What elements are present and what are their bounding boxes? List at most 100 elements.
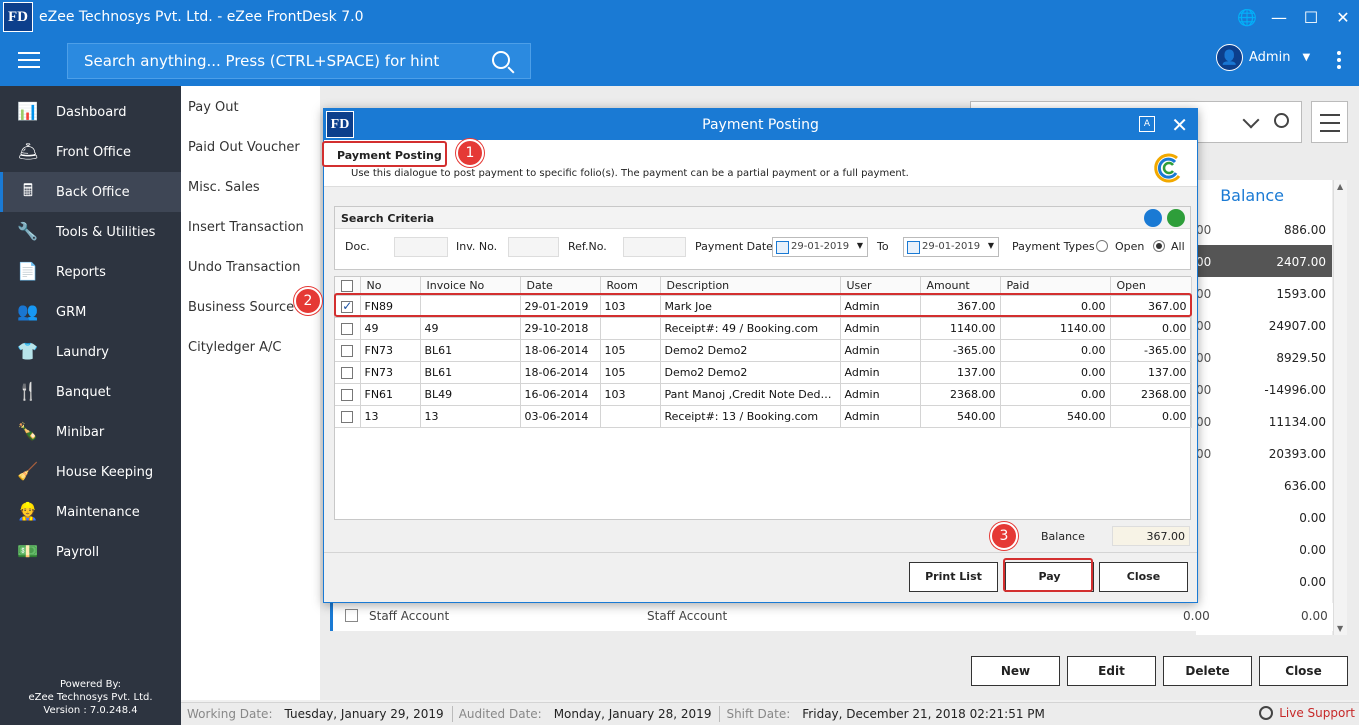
- row-checkbox[interactable]: [341, 388, 354, 401]
- global-search-input[interactable]: Search anything... Press (CTRL+SPACE) fo…: [67, 43, 531, 79]
- partial-cell: 00: [1196, 415, 1212, 429]
- highlight-pay-button: [1003, 558, 1093, 592]
- cell-no: 13: [360, 405, 421, 428]
- row-checkbox-cell[interactable]: [335, 405, 361, 428]
- chevron-down-icon[interactable]: ▼: [1302, 52, 1310, 63]
- user-avatar-icon: 👤: [1216, 44, 1243, 71]
- row-checkbox-cell[interactable]: [335, 317, 361, 340]
- maximize-button[interactable]: ☐: [1295, 8, 1327, 27]
- doc-input[interactable]: [394, 237, 448, 257]
- cell-date: 18-06-2014: [520, 339, 601, 362]
- search-icon[interactable]: [1144, 209, 1162, 227]
- row-checkbox[interactable]: [341, 366, 354, 379]
- submenu-item[interactable]: Misc. Sales: [181, 166, 320, 206]
- dialog-description: Use this dialogue to post payment to spe…: [351, 168, 909, 179]
- select-all-checkbox[interactable]: [341, 280, 354, 293]
- dialog-header: Payment Posting Use this dialogue to pos…: [324, 140, 1197, 186]
- back-office-submenu: Pay Out Paid Out Voucher Misc. Sales Insert…: [181, 86, 320, 700]
- scroll-down-icon[interactable]: ▼: [1337, 624, 1343, 633]
- new-button[interactable]: New: [971, 656, 1060, 686]
- table-row[interactable]: FN73 BL61 18-06-2014 105 Demo2 Demo2 Admin -36…: [335, 339, 1192, 362]
- sidebar-item-maintenance[interactable]: 👷 Maintenance: [0, 492, 181, 532]
- minimize-button[interactable]: —: [1263, 8, 1295, 27]
- close-icon[interactable]: ✕: [1171, 113, 1188, 137]
- submenu-item[interactable]: Insert Transaction: [181, 206, 320, 246]
- headset-icon: [1259, 706, 1274, 720]
- user-menu[interactable]: 👤 Admin ▼: [1216, 44, 1310, 71]
- search-icon[interactable]: [492, 51, 510, 69]
- sidebar-item-house-keeping[interactable]: 🧹 House Keeping: [0, 452, 181, 492]
- window-controls: 🌐 — ☐ ✕: [1231, 0, 1359, 34]
- table-row[interactable]: 49 49 29-10-2018 Receipt#: 49 / Booking.com…: [335, 317, 1192, 340]
- row-checkbox-cell[interactable]: [335, 383, 361, 406]
- grm-icon: 👥: [17, 302, 39, 322]
- table-row[interactable]: 13 13 03-06-2014 Receipt#: 13 / Booking.com…: [335, 405, 1192, 428]
- radio-all[interactable]: [1153, 240, 1165, 252]
- delete-button[interactable]: Delete: [1163, 656, 1252, 686]
- translate-icon[interactable]: 🌐: [1231, 8, 1263, 27]
- payment-date-to[interactable]: 29-01-2019: [903, 237, 999, 257]
- more-options-icon[interactable]: [1337, 51, 1341, 72]
- working-date-label: Working Date:: [187, 707, 273, 721]
- row-checkbox-cell[interactable]: [335, 339, 361, 362]
- row-checkbox[interactable]: [345, 609, 358, 622]
- translate-icon[interactable]: A: [1139, 116, 1155, 132]
- invoice-no-input[interactable]: [508, 237, 559, 257]
- submenu-item[interactable]: Pay Out: [181, 86, 320, 126]
- payment-date-from[interactable]: 29-01-2019: [772, 237, 868, 257]
- cell-user: Admin: [840, 317, 921, 340]
- back-office-icon: 🖩: [22, 180, 34, 201]
- close-button[interactable]: Close: [1259, 656, 1348, 686]
- close-dialog-button[interactable]: Close: [1099, 562, 1188, 592]
- sidebar-item-grm[interactable]: 👥 GRM: [0, 292, 181, 332]
- sidebar-item-payroll[interactable]: 💵 Payroll: [0, 532, 181, 572]
- cell-invoice: 13: [420, 405, 521, 428]
- search-icon[interactable]: [1274, 113, 1289, 128]
- sidebar-item-banquet[interactable]: 🍴 Banquet: [0, 372, 181, 412]
- sidebar-item-back-office[interactable]: 🖩 Back Office: [0, 172, 181, 212]
- edit-button[interactable]: Edit: [1067, 656, 1156, 686]
- sidebar-item-label: Laundry: [56, 344, 109, 360]
- scroll-up-icon[interactable]: ▲: [1337, 182, 1343, 191]
- vertical-scrollbar[interactable]: ▲ ▼: [1333, 180, 1347, 635]
- doc-label: Doc.: [345, 240, 370, 253]
- row-checkbox[interactable]: [341, 410, 354, 423]
- partial-cell: 00: [1196, 351, 1212, 365]
- list-view-button[interactable]: [1311, 101, 1348, 143]
- table-row[interactable]: Staff Account Staff Account 0.00 0.00: [330, 603, 1333, 631]
- refresh-icon[interactable]: [1167, 209, 1185, 227]
- sidebar-item-minibar[interactable]: 🍾 Minibar: [0, 412, 181, 452]
- submenu-item[interactable]: Cityledger A/C: [181, 326, 320, 366]
- table-row[interactable]: FN73 BL61 18-06-2014 105 Demo2 Demo2 Admin 137…: [335, 361, 1192, 384]
- table-row[interactable]: FN61 BL49 16-06-2014 103 Pant Manoj ,Credit …: [335, 383, 1192, 406]
- balance-cell: 1593.00: [1276, 287, 1326, 301]
- sidebar-item-label: Reports: [56, 264, 106, 280]
- row-checkbox[interactable]: [341, 322, 354, 335]
- cell-no: FN73: [360, 339, 421, 362]
- sidebar-item-dashboard[interactable]: 📊 Dashboard: [0, 92, 181, 132]
- balance-cell: 11134.00: [1268, 415, 1326, 429]
- live-support-link[interactable]: Live Support: [1259, 706, 1355, 720]
- row-checkbox[interactable]: [341, 344, 354, 357]
- cell-date: 03-06-2014: [520, 405, 601, 428]
- submenu-item[interactable]: Undo Transaction: [181, 246, 320, 286]
- cell-paid: 0.00: [1000, 339, 1111, 362]
- ref-no-input[interactable]: [623, 237, 686, 257]
- sidebar-item-laundry[interactable]: 👕 Laundry: [0, 332, 181, 372]
- balance-cell: 2407.00: [1196, 245, 1332, 277]
- row-checkbox-cell[interactable]: [335, 361, 361, 384]
- sidebar-item-label: Banquet: [56, 384, 111, 400]
- print-list-button[interactable]: Print List: [909, 562, 998, 592]
- hamburger-menu-icon[interactable]: [18, 52, 40, 68]
- submenu-item[interactable]: Paid Out Voucher: [181, 126, 320, 166]
- close-window-button[interactable]: ✕: [1327, 8, 1359, 27]
- sidebar-item-front-office[interactable]: 🛎 Front Office: [0, 132, 181, 172]
- dialog-title: Payment Posting: [702, 117, 819, 133]
- cell-date: 16-06-2014: [520, 383, 601, 406]
- chevron-down-icon[interactable]: [1242, 111, 1260, 129]
- sidebar-item-reports[interactable]: 📄 Reports: [0, 252, 181, 292]
- sidebar-item-label: Dashboard: [56, 104, 127, 120]
- sidebar-item-tools-utilities[interactable]: 🔧 Tools & Utilities: [0, 212, 181, 252]
- radio-open[interactable]: [1096, 240, 1108, 252]
- partial-cell: 00: [1196, 319, 1212, 333]
